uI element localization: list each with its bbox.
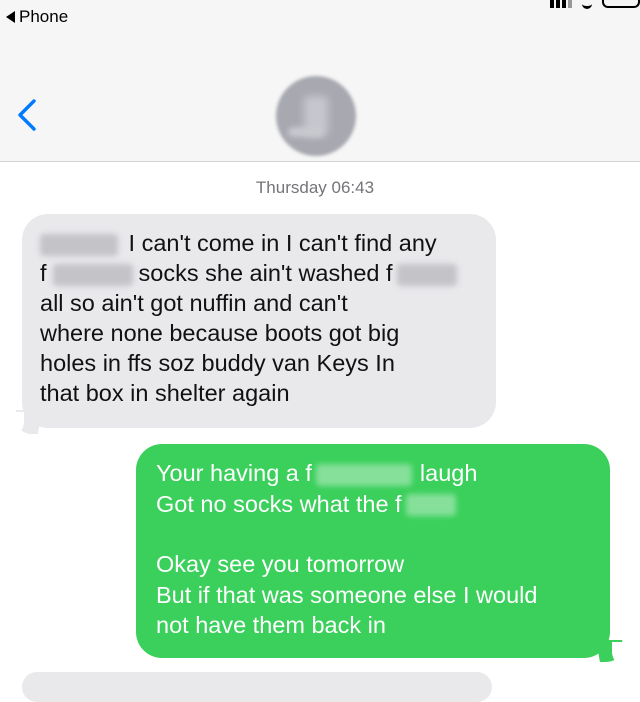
- redacted-text: [315, 463, 412, 486]
- back-to-phone-link[interactable]: Phone: [6, 7, 68, 27]
- signal-icon: [550, 0, 572, 8]
- message-line: But if that was someone else I would: [156, 581, 538, 608]
- redacted-text: [52, 263, 133, 286]
- message-line: Okay see you tomorrow: [156, 551, 405, 577]
- contact-name[interactable]: [288, 127, 324, 137]
- conversation-header: [0, 36, 640, 162]
- next-incoming-bubble-partial[interactable]: [22, 672, 492, 702]
- incoming-message-bubble[interactable]: I can't come in I can't find any f socks …: [22, 214, 496, 428]
- message-line: that box in shelter again: [40, 380, 290, 406]
- chevron-left-icon[interactable]: [14, 98, 44, 132]
- message-line: Got no socks what the f: [156, 489, 590, 520]
- message-line: I can't come in I can't find any: [40, 228, 478, 258]
- redacted-text: [405, 494, 456, 517]
- message-line: f socks she ain't washed f: [40, 258, 478, 288]
- battery-icon: [602, 0, 640, 8]
- message-line: holes in ffs soz buddy van Keys In: [40, 350, 395, 376]
- contact-avatar[interactable]: [276, 76, 356, 156]
- message-timestamp: Thursday 06:43: [255, 178, 375, 197]
- back-triangle-icon: [6, 11, 15, 23]
- back-app-label: Phone: [19, 7, 69, 26]
- system-icons: [550, 0, 640, 10]
- wifi-icon: [582, 0, 592, 9]
- redacted-text: [396, 263, 457, 286]
- status-bar: Phone: [0, 0, 640, 36]
- redacted-text: [40, 233, 118, 256]
- outgoing-message-bubble[interactable]: Your having a f laugh Got no socks what t…: [136, 444, 610, 658]
- message-line: where none because boots got big: [40, 320, 400, 346]
- message-line: all so ain't got nuffin and can't: [40, 290, 348, 316]
- message-line: Your having a f laugh: [156, 460, 478, 486]
- message-line: not have them back in: [156, 612, 386, 638]
